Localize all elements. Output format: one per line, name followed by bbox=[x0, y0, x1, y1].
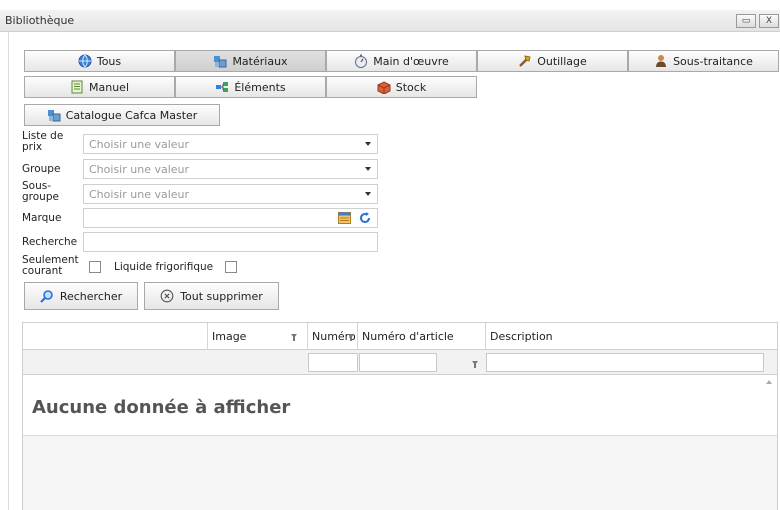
brand-label: Marque bbox=[22, 212, 62, 224]
filter-funnel-icon[interactable] bbox=[472, 361, 478, 368]
numero-filter-input[interactable] bbox=[308, 353, 358, 372]
article-number-filter-input[interactable] bbox=[359, 353, 437, 372]
restore-button[interactable]: ▭ bbox=[736, 14, 756, 28]
tab-stock[interactable]: Stock bbox=[326, 76, 477, 98]
window-title: Bibliothèque bbox=[5, 14, 75, 27]
clear-all-button[interactable]: Tout supprimer bbox=[144, 282, 279, 310]
tab-label: Éléments bbox=[234, 80, 286, 94]
results-grid: Image Numéro Numéro d'article Descriptio… bbox=[22, 322, 778, 510]
search-button-label: Rechercher bbox=[59, 289, 123, 303]
tab-catalogue-cafca-master[interactable]: Catalogue Cafca Master bbox=[24, 104, 220, 126]
filter-funnel-icon[interactable] bbox=[348, 334, 354, 341]
tab-label: Main d'œuvre bbox=[373, 54, 449, 68]
column-header-numero[interactable]: Numéro bbox=[307, 323, 357, 350]
manual-icon bbox=[70, 80, 84, 94]
tab-label: Manuel bbox=[89, 80, 129, 94]
tab-elements[interactable]: Éléments bbox=[175, 76, 326, 98]
price-list-dropdown[interactable]: Choisir une valeur bbox=[83, 134, 378, 154]
tab-manuel[interactable]: Manuel bbox=[24, 76, 175, 98]
search-input[interactable] bbox=[83, 232, 378, 252]
grid-header: Image Numéro Numéro d'article Descriptio… bbox=[23, 323, 777, 350]
elements-icon bbox=[215, 80, 229, 94]
price-list-label: Liste de prix bbox=[22, 130, 64, 153]
subgroup-placeholder: Choisir une valeur bbox=[89, 188, 190, 201]
column-header-image[interactable]: Image bbox=[207, 323, 307, 350]
search-icon bbox=[40, 289, 54, 303]
title-bar[interactable]: Bibliothèque ▭ X bbox=[0, 10, 780, 32]
search-button[interactable]: Rechercher bbox=[24, 282, 138, 310]
chevron-down-icon bbox=[365, 167, 371, 171]
tools-icon bbox=[518, 54, 532, 68]
price-list-placeholder: Choisir une valeur bbox=[89, 138, 190, 151]
stopwatch-icon bbox=[354, 54, 368, 68]
list-icon[interactable] bbox=[338, 212, 351, 224]
column-header-label: Image bbox=[212, 330, 247, 343]
scroll-up-arrow-icon[interactable] bbox=[766, 380, 772, 384]
tab-label: Matériaux bbox=[232, 54, 288, 68]
grid-filter-row bbox=[23, 350, 777, 375]
brand-field[interactable] bbox=[83, 208, 378, 228]
stock-icon bbox=[377, 80, 391, 95]
current-only-checkbox[interactable] bbox=[89, 261, 101, 273]
tab-main-oeuvre[interactable]: Main d'œuvre bbox=[326, 50, 477, 72]
description-filter-input[interactable] bbox=[486, 353, 764, 372]
left-border bbox=[8, 32, 9, 510]
group-label: Groupe bbox=[22, 163, 61, 175]
empty-message: Aucune donnée à afficher bbox=[32, 397, 291, 418]
subgroup-dropdown[interactable]: Choisir une valeur bbox=[83, 184, 378, 204]
person-icon bbox=[654, 54, 668, 68]
filter-funnel-icon[interactable] bbox=[291, 334, 297, 341]
tab-outillage[interactable]: Outillage bbox=[477, 50, 628, 72]
tab-tous[interactable]: Tous bbox=[24, 50, 175, 72]
tab-label: Tous bbox=[96, 54, 122, 68]
tab-label: Sous-traitance bbox=[673, 54, 753, 68]
refrigerant-checkbox[interactable] bbox=[225, 261, 237, 273]
tab-materiaux[interactable]: Matériaux bbox=[175, 50, 326, 72]
catalog-icon bbox=[47, 108, 61, 122]
clear-all-label: Tout supprimer bbox=[180, 289, 263, 303]
group-placeholder: Choisir une valeur bbox=[89, 163, 190, 176]
column-header-description[interactable]: Description bbox=[485, 323, 777, 350]
search-label: Recherche bbox=[22, 236, 78, 248]
refrigerant-label: Liquide frigorifique bbox=[114, 261, 214, 273]
grid-footer-area bbox=[23, 436, 777, 510]
close-button[interactable]: X bbox=[759, 14, 779, 28]
tab-label: Catalogue Cafca Master bbox=[65, 108, 198, 122]
group-dropdown[interactable]: Choisir une valeur bbox=[83, 159, 378, 179]
materials-icon bbox=[213, 54, 227, 68]
refresh-icon[interactable] bbox=[358, 211, 372, 225]
globe-icon bbox=[78, 54, 92, 68]
column-header-select[interactable] bbox=[23, 323, 207, 350]
subgroup-label: Sous-groupe bbox=[22, 180, 59, 203]
current-only-label: Seulement courant bbox=[22, 254, 79, 277]
tab-label: Outillage bbox=[537, 54, 587, 68]
tab-label: Stock bbox=[395, 80, 427, 94]
library-window: Bibliothèque ▭ X Tous Matériaux Main d'œ… bbox=[0, 0, 780, 510]
tab-sous-traitance[interactable]: Sous-traitance bbox=[628, 50, 779, 72]
chevron-down-icon bbox=[365, 192, 371, 196]
clear-circle-icon bbox=[160, 289, 174, 303]
grid-body: Aucune donnée à afficher bbox=[23, 375, 777, 436]
chevron-down-icon bbox=[365, 142, 371, 146]
column-header-numero-article[interactable]: Numéro d'article bbox=[357, 323, 485, 350]
